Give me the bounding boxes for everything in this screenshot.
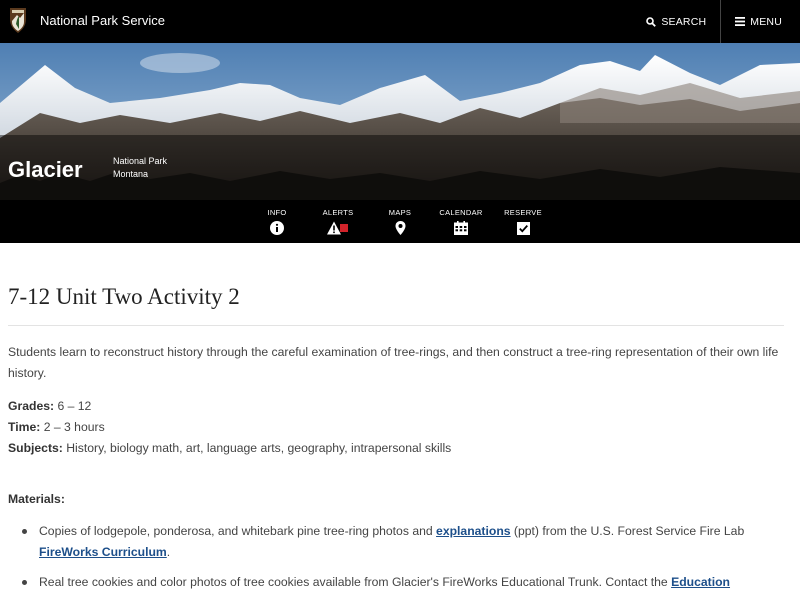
main-content: 7-12 Unit Two Activity 2 Students learn … [8,243,788,602]
search-label: SEARCH [661,15,707,28]
time-row: Time: 2 – 3 hours [8,417,788,438]
menu-label: MENU [750,15,782,28]
quicknav-reserve-label: RESERVE [504,208,542,217]
material-text: Real tree cookies and color photos of tr… [39,575,672,589]
list-item: Copies of lodgepole, ponderosa, and whit… [8,521,783,563]
page-title: 7-12 Unit Two Activity 2 [8,284,240,309]
alert-icon [327,221,349,235]
site-name[interactable]: National Park Service [40,13,165,28]
quicknav-calendar-label: CALENDAR [439,208,483,217]
explanations-link[interactable]: explanations [436,524,511,538]
quicknav-maps[interactable]: MAPS [386,200,414,243]
fireworks-curriculum-link[interactable]: FireWorks Curriculum [39,545,167,559]
material-text: (ppt) from the U.S. Forest Service Fire … [510,524,745,538]
top-bar: National Park Service SEARCH MENU [0,0,800,43]
info-icon [270,221,284,235]
activity-details: Grades: 6 – 12 Time: 2 – 3 hours Subject… [8,396,788,459]
list-item: Real tree cookies and color photos of tr… [8,572,783,593]
materials-heading: Materials: [8,492,65,506]
time-label: Time: [8,420,41,434]
quicknav-calendar[interactable]: CALENDAR [437,200,485,243]
material-text: . [166,545,171,559]
quicknav-alerts[interactable]: ALERTS [320,200,356,243]
quicknav-reserve[interactable]: RESERVE [502,200,544,243]
title-divider [8,325,784,326]
quicknav-info-label: INFO [267,208,287,217]
subjects-row: Subjects: History, biology math, art, la… [8,438,788,459]
calendar-icon [454,221,468,235]
hero-banner: Glacier National Park Montana [0,43,800,200]
quicknav-info[interactable]: INFO [262,200,292,243]
park-designation: National Park [113,156,168,166]
search-button[interactable]: SEARCH [632,0,720,43]
quicknav-alerts-label: ALERTS [322,208,354,217]
subjects-value: History, biology math, art, language art… [66,441,452,455]
activity-description: Students learn to reconstruct history th… [8,345,779,380]
park-subtitle: National Park Montana [113,155,167,181]
hamburger-icon [735,17,746,26]
park-quick-nav: INFO ALERTS MAPS CALENDAR RESERVE [0,200,800,243]
park-state: Montana [113,169,149,179]
menu-button[interactable]: MENU [720,0,800,43]
quicknav-maps-label: MAPS [388,208,412,217]
grades-row: Grades: 6 – 12 [8,396,788,417]
park-name[interactable]: Glacier [8,157,83,183]
material-text: Copies of lodgepole, ponderosa, and whit… [39,524,437,538]
education-link[interactable]: Education [671,575,730,589]
grades-label: Grades: [8,399,55,413]
materials-list: Copies of lodgepole, ponderosa, and whit… [8,521,788,593]
nps-arrowhead-icon[interactable] [8,7,28,34]
checkbox-icon [516,221,530,235]
map-pin-icon [395,221,406,235]
grades-value: 6 – 12 [57,399,92,413]
time-value: 2 – 3 hours [43,420,105,434]
subjects-label: Subjects: [8,441,63,455]
search-icon [646,16,657,27]
